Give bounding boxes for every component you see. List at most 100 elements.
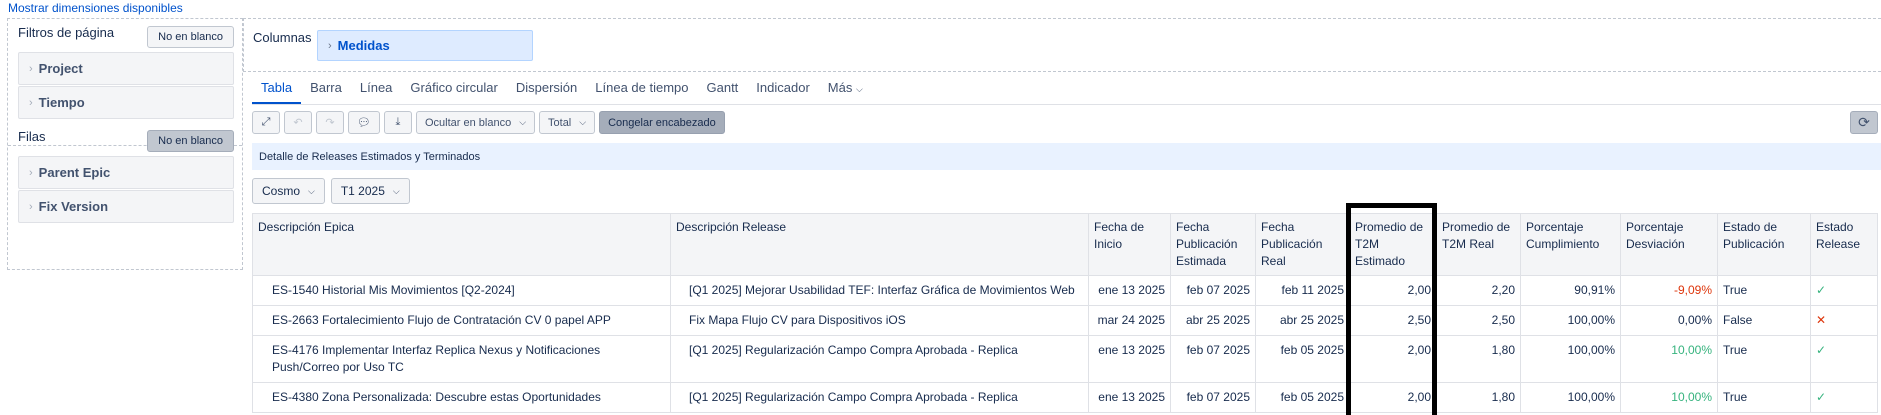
cell-estimated-publication-date: feb 07 2025 [1170, 335, 1256, 383]
tab-gantt[interactable]: Gantt [698, 80, 748, 104]
cell-release-description: [Q1 2025] Regularización Campo Compra Ap… [670, 335, 1089, 383]
report-title: Detalle de Releases Estimados y Terminad… [259, 150, 481, 163]
cell-compliance-percent: 100,00% [1520, 335, 1621, 383]
export-button[interactable]: ⤓ [383, 111, 412, 134]
header-promedio-t2m-real[interactable]: Promedio de T2M Real [1436, 213, 1521, 276]
page-dim-tiempo[interactable]: › Tiempo [18, 86, 234, 119]
header-porcentaje-desviacion[interactable]: Porcentaje Desviación [1620, 213, 1718, 276]
cell-compliance-percent: 90,91% [1520, 275, 1621, 306]
chevron-down-icon: ⌵ [392, 185, 400, 196]
download-icon: ⤓ [395, 116, 401, 128]
columns-area: Columnas › Medidas [243, 18, 1881, 72]
chevron-right-icon: › [328, 39, 332, 52]
cell-release-description: Fix Mapa Flujo CV para Dispositivos iOS [670, 305, 1089, 336]
header-estado-publicacion[interactable]: Estado de Publicación [1717, 213, 1811, 276]
undo-button[interactable]: ↶ [284, 111, 312, 134]
cell-deviation-percent: 0,00% [1620, 305, 1718, 336]
expand-icon: ⤢ [261, 116, 271, 128]
cell-start-date: ene 13 2025 [1088, 335, 1171, 383]
undo-icon: ↶ [293, 117, 303, 129]
tab-grafico-circular[interactable]: Gráfico circular [401, 80, 506, 104]
cell-deviation-percent: 10,00% [1620, 335, 1718, 383]
cell-compliance-percent: 100,00% [1520, 382, 1621, 413]
cell-compliance-percent: 100,00% [1520, 305, 1621, 336]
comment-button[interactable]: 💬︎ [348, 111, 380, 134]
redo-button[interactable]: ↷ [316, 111, 344, 134]
cell-release-state: ✓ [1810, 382, 1878, 413]
cell-t2m-real: 2,20 [1436, 275, 1521, 306]
cell-deviation-percent: -9,09% [1620, 275, 1718, 306]
cell-real-publication-date: feb 11 2025 [1255, 275, 1350, 306]
tab-tabla[interactable]: Tabla [252, 80, 302, 104]
header-fecha-publicacion-estimada[interactable]: Fecha Publicación Estimada [1170, 213, 1256, 276]
check-icon: ✓ [1816, 343, 1827, 357]
cell-start-date: ene 13 2025 [1088, 275, 1171, 306]
rows-nonblank-button[interactable]: No en blanco [147, 130, 234, 152]
chevron-down-icon: ⌵ [855, 84, 863, 94]
tab-dispersion[interactable]: Dispersión [507, 80, 586, 104]
chevron-right-icon: › [29, 200, 33, 213]
cell-real-publication-date: abr 25 2025 [1255, 305, 1350, 336]
tab-indicador[interactable]: Indicador [747, 80, 818, 104]
show-dimensions-link[interactable]: Mostrar dimensiones disponibles [8, 1, 183, 15]
chevron-down-icon: ⌵ [308, 185, 315, 196]
cell-publication-state: True [1717, 382, 1811, 413]
cell-real-publication-date: feb 05 2025 [1255, 335, 1350, 383]
page-filters-nonblank-button[interactable]: No en blanco [147, 26, 234, 48]
tab-linea[interactable]: Línea [351, 80, 402, 104]
header-descripcion-release[interactable]: Descripción Release [670, 213, 1089, 276]
tab-barra[interactable]: Barra [301, 80, 351, 104]
filter-selects: Cosmo ⌵ T1 2025 ⌵ [252, 178, 410, 204]
cross-icon: ✕ [1816, 313, 1827, 327]
check-icon: ✓ [1816, 283, 1827, 297]
row-dim-fix-version[interactable]: › Fix Version [18, 190, 234, 223]
period-filter-select[interactable]: T1 2025 ⌵ [330, 178, 410, 204]
header-fecha-inicio[interactable]: Fecha de Inicio [1088, 213, 1171, 276]
cell-t2m-estimated: 2,00 [1349, 335, 1437, 383]
cell-estimated-publication-date: abr 25 2025 [1170, 305, 1256, 336]
left-panel: Filtros de página No en blanco › Project … [7, 18, 243, 270]
row-dim-parent-epic[interactable]: › Parent Epic [18, 156, 234, 189]
column-dim-measures[interactable]: › Medidas [317, 30, 533, 61]
fullscreen-button[interactable]: ⤢ [252, 111, 280, 134]
tab-mas[interactable]: Más ⌵ [819, 80, 872, 104]
tab-linea-de-tiempo[interactable]: Línea de tiempo [586, 80, 697, 104]
cell-t2m-real: 2,50 [1436, 305, 1521, 336]
chevron-right-icon: › [29, 166, 33, 179]
cell-publication-state: False [1717, 305, 1811, 336]
page-dim-project[interactable]: › Project [18, 52, 234, 85]
cell-real-publication-date: feb 05 2025 [1255, 382, 1350, 413]
total-dropdown[interactable]: Total ⌵ [539, 111, 596, 134]
rows-label: Filas [18, 129, 46, 144]
cell-epic-description: ES-2663 Fortalecimiento Flujo de Contrat… [252, 305, 671, 336]
refresh-icon: ⟳ [1858, 114, 1870, 130]
table-row: ES-4176 Implementar Interfaz Replica Nex… [252, 335, 1878, 383]
hide-blank-dropdown[interactable]: Ocultar en blanco ⌵ [415, 111, 536, 134]
header-descripcion-epica[interactable]: Descripción Epica [252, 213, 671, 276]
check-icon: ✓ [1816, 390, 1827, 404]
refresh-button[interactable]: ⟳ [1850, 111, 1878, 134]
redo-icon: ↷ [325, 117, 335, 129]
cell-t2m-estimated: 2,00 [1349, 382, 1437, 413]
header-promedio-t2m-estimado[interactable]: Promedio de T2M Estimado [1349, 213, 1437, 276]
cell-release-state: ✓ [1810, 335, 1878, 383]
view-tabs: Tabla Barra Línea Gráfico circular Dispe… [252, 80, 872, 104]
header-fecha-publicacion-real[interactable]: Fecha Publicación Real [1255, 213, 1350, 276]
columns-label: Columnas [253, 30, 312, 45]
report-table: Descripción Epica Descripción Release Fe… [252, 213, 1878, 413]
cell-publication-state: True [1717, 275, 1811, 306]
cell-epic-description: ES-4380 Zona Personalizada: Descubre est… [252, 382, 671, 413]
cell-t2m-real: 1,80 [1436, 382, 1521, 413]
project-filter-select[interactable]: Cosmo ⌵ [252, 178, 325, 204]
cell-epic-description: ES-4176 Implementar Interfaz Replica Nex… [252, 335, 671, 383]
cell-t2m-estimated: 2,00 [1349, 275, 1437, 306]
header-estado-release[interactable]: Estado Release [1810, 213, 1878, 276]
cell-release-description: [Q1 2025] Regularización Campo Compra Ap… [670, 382, 1089, 413]
chevron-right-icon: › [29, 96, 33, 109]
comment-icon: 💬︎ [357, 117, 371, 129]
table-row: ES-2663 Fortalecimiento Flujo de Contrat… [252, 305, 1878, 336]
header-porcentaje-cumplimiento[interactable]: Porcentaje Cumplimiento [1520, 213, 1621, 276]
freeze-header-button[interactable]: Congelar encabezado [599, 111, 725, 134]
toolbar: ⤢ ↶ ↷ 💬︎ ⤓ Ocultar en blanco ⌵ Total ⌵ Con… [252, 111, 725, 135]
table-header-row: Descripción Epica Descripción Release Fe… [252, 213, 1878, 276]
